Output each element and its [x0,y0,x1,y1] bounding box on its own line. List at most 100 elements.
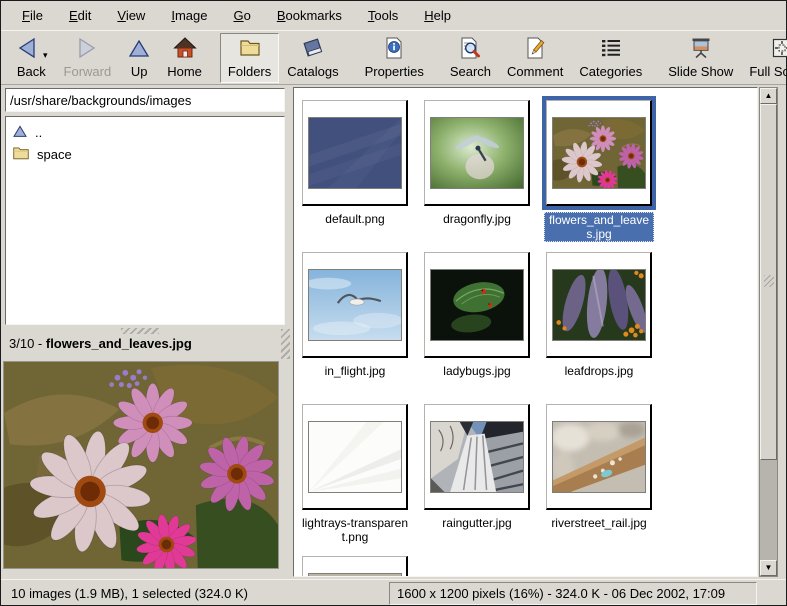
location-path-input[interactable] [5,88,285,112]
thumbnail-item-lightrays-transparent[interactable]: lightrays-transparent.png [300,404,410,556]
thumbnail-frame [302,100,408,206]
comment-icon [523,36,547,65]
folder-item-label: space [37,147,72,162]
thumbnail-frame [424,404,530,510]
thumbnail-label: riverstreet_rail.jpg [551,516,646,530]
folder-item-space[interactable]: space [8,143,282,165]
catalogs-icon [301,36,325,65]
thumbnail-frame [546,252,652,358]
menu-view[interactable]: View [106,3,156,28]
properties-label: Properties [365,64,424,79]
thumbnail-image-in-flight [308,269,402,341]
scrollbar-thumb[interactable] [760,104,777,460]
home-button[interactable]: Home [159,33,210,83]
main-area: .. space 3/10 - flowers_and_leaves.jpg [1,85,786,579]
status-images-summary: 10 images (1.9 MB), 1 selected (324.0 K) [1,586,248,601]
selection-filename: flowers_and_leaves.jpg [46,336,192,351]
menu-go[interactable]: Go [222,3,261,28]
thumbnail-scrollbar[interactable]: ▲ ▼ [759,87,778,577]
menu-help[interactable]: Help [413,3,462,28]
thumbnail-label: in_flight.jpg [325,364,386,378]
search-button[interactable]: Search [442,33,499,83]
thumbnail-item-dragonfly[interactable]: dragonfly.jpg [422,100,532,252]
left-pane: .. space 3/10 - flowers_and_leaves.jpg [1,85,292,579]
thumbnail-item-riverstreet-rail[interactable]: riverstreet_rail.jpg [544,404,654,556]
menu-edit[interactable]: Edit [58,3,102,28]
home-icon [173,36,197,65]
comment-button[interactable]: Comment [499,33,571,83]
back-icon [15,36,39,65]
image-preview [3,361,280,573]
properties-button[interactable]: Properties [357,33,432,83]
thumbnail-frame [302,556,408,577]
thumbnail-frame [424,100,530,206]
pane-splitter-vertical[interactable] [281,329,290,359]
comment-label: Comment [507,64,563,79]
slide-show-icon [689,36,713,65]
thumbnail-image-ladybugs [430,269,524,341]
menu-bookmarks[interactable]: Bookmarks [266,3,353,28]
thumbnail-label: dragonfly.jpg [443,212,511,226]
forward-button[interactable]: Forward [56,33,120,83]
menu-bar: File Edit View Image Go Bookmarks Tools … [1,1,786,30]
thumbnail-label: leafdrops.jpg [565,364,634,378]
thumbnail-image-partial [308,573,402,578]
down-arrow-icon: ▼ [765,564,773,572]
thumbnail-item-default[interactable]: default.png [300,100,410,252]
thumbnail-item-partial[interactable] [300,556,410,577]
thumbnail-item-raingutter[interactable]: raingutter.jpg [422,404,532,556]
back-label: Back [17,64,46,79]
catalogs-label: Catalogs [287,64,338,79]
thumbnail-item-flowers-and-leaves[interactable]: flowers_and_leaves.jpg [544,100,654,252]
forward-label: Forward [64,64,112,79]
thumbnail-item-ladybugs[interactable]: ladybugs.jpg [422,252,532,404]
scrollbar-up-button[interactable]: ▲ [760,88,777,104]
folders-label: Folders [228,64,271,79]
folder-item-parent[interactable]: .. [8,121,282,143]
menu-file[interactable]: File [11,3,54,28]
selection-position: 3/10 - [9,336,46,351]
thumbnail-image-dragonfly [430,117,524,189]
menu-tools[interactable]: Tools [357,3,409,28]
folder-icon [12,145,30,164]
thumbnail-image-raingutter [430,421,524,493]
categories-label: Categories [579,64,642,79]
thumbnail-item-leafdrops[interactable]: leafdrops.jpg [544,252,654,404]
gthumb-window: File Edit View Image Go Bookmarks Tools … [0,0,787,606]
thumbnail-grid: default.png [294,88,757,577]
folders-icon [238,36,262,65]
thumbnail-label: default.png [325,212,384,226]
thumbnail-label: flowers_and_leaves.jpg [544,212,654,242]
folder-list: .. space [5,116,285,325]
status-bar: 10 images (1.9 MB), 1 selected (324.0 K)… [1,579,786,606]
up-button[interactable]: Up [119,33,159,83]
full-screen-icon [770,36,787,65]
categories-icon [599,36,623,65]
up-directory-icon [12,123,28,142]
search-icon [458,36,482,65]
forward-icon [75,36,99,65]
pane-splitter-horizontal[interactable] [121,328,159,334]
thumbnail-image-flowers-and-leaves [552,117,646,189]
preview-image-flowers [3,361,279,569]
folder-item-label: .. [35,125,42,140]
catalogs-button[interactable]: Catalogs [279,33,346,83]
menu-image[interactable]: Image [160,3,218,28]
thumbnail-image-leafdrops [552,269,646,341]
thumbnail-item-in-flight[interactable]: in_flight.jpg [300,252,410,404]
back-button[interactable]: ▾ Back [7,33,56,83]
thumbnail-image-riverstreet-rail [552,421,646,493]
thumbnail-label: lightrays-transparent.png [300,516,410,544]
thumbnail-image-lightrays-transparent [308,421,402,493]
full-screen-button[interactable]: Full Screen [741,33,787,83]
folders-button[interactable]: Folders [220,33,279,83]
home-label: Home [167,64,202,79]
thumbnail-panel: default.png [293,87,758,577]
categories-button[interactable]: Categories [571,33,650,83]
thumbnail-label: raingutter.jpg [442,516,511,530]
back-history-dropdown-icon[interactable]: ▾ [43,50,48,61]
thumbnail-label: ladybugs.jpg [443,364,510,378]
slide-show-label: Slide Show [668,64,733,79]
scrollbar-down-button[interactable]: ▼ [760,560,777,576]
slide-show-button[interactable]: Slide Show [660,33,741,83]
